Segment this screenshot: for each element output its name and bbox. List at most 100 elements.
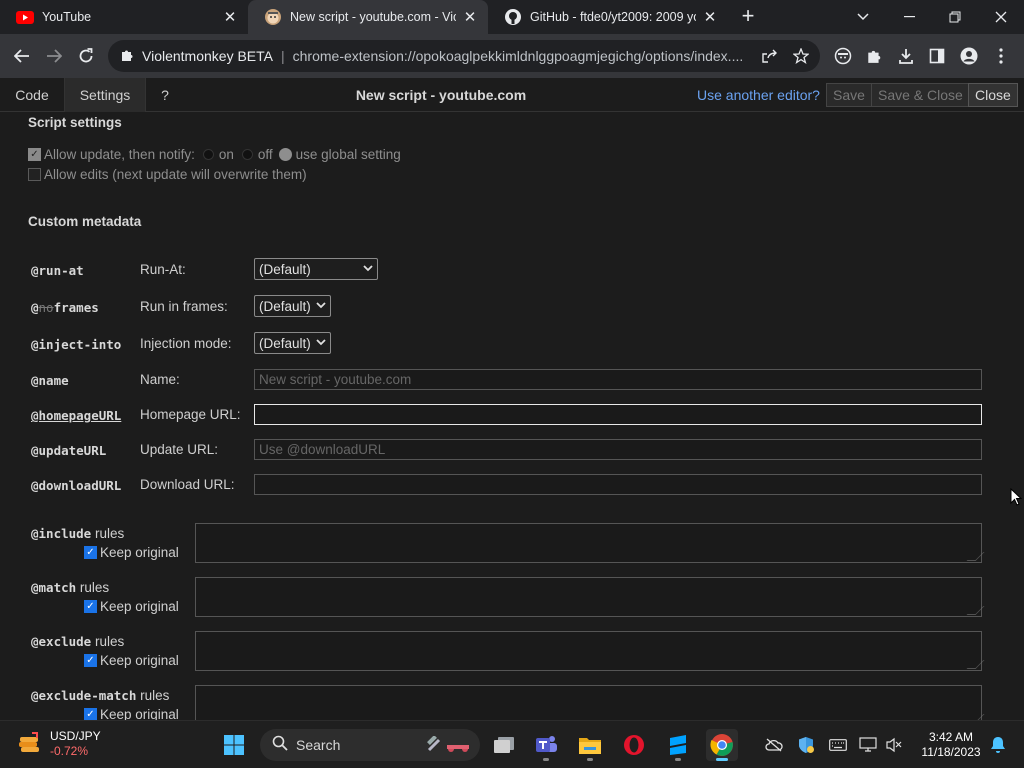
muted-speaker-icon[interactable]: [884, 735, 904, 755]
allow-edits-row: Allow edits (next update will overwrite …: [28, 167, 307, 182]
save-button[interactable]: Save: [826, 83, 872, 107]
tab-github[interactable]: GitHub - ftde0/yt2009: 2009 you ✕: [488, 0, 728, 34]
onedrive-offline-icon[interactable]: [764, 735, 784, 755]
close-icon[interactable]: ✕: [460, 7, 480, 27]
keep-label: Keep original: [100, 653, 179, 668]
extension-puzzle-icon: [120, 48, 134, 65]
injection-mode-select[interactable]: (Default): [254, 332, 331, 354]
notify-off-label: off: [257, 147, 273, 162]
include-rules-textarea[interactable]: [195, 523, 985, 563]
resize-grip-icon[interactable]: [966, 660, 985, 669]
tab-code[interactable]: Code: [0, 78, 64, 112]
search-icon: [272, 735, 288, 756]
roblox-studio-icon: [670, 735, 686, 755]
save-close-button[interactable]: Save & Close: [871, 83, 970, 107]
taskbar-search[interactable]: Search: [260, 729, 480, 761]
run-at-value: (Default): [259, 261, 311, 277]
download-url-input[interactable]: [254, 474, 982, 495]
keep-original-exclude[interactable]: ✓ Keep original: [84, 653, 179, 668]
search-label: Search: [296, 737, 341, 753]
url-text: chrome-extension://opokoaglpekkimldnlggp…: [292, 48, 744, 64]
close-icon[interactable]: ✕: [220, 7, 240, 27]
display-icon[interactable]: [858, 735, 878, 755]
back-arrow-icon[interactable]: [10, 44, 34, 68]
meta-label-update: Update URL:: [140, 442, 219, 457]
checkbox-checked[interactable]: ✓: [84, 708, 97, 720]
update-url-input[interactable]: Use @downloadURL: [254, 439, 982, 460]
checkbox-checked[interactable]: ✓: [84, 654, 97, 667]
allow-update-row: ✓ Allow update, then notify: on off use …: [28, 147, 401, 162]
homepage-url-input[interactable]: [254, 404, 982, 425]
ticker-symbol: USD/JPY: [50, 729, 101, 743]
tab-search-chevron-icon[interactable]: [848, 4, 878, 30]
task-view-button[interactable]: [488, 729, 520, 761]
new-tab-button[interactable]: +: [737, 5, 759, 28]
teams-icon: [536, 736, 557, 752]
window-close-icon[interactable]: [986, 4, 1016, 30]
violentmonkey-toolbar-icon[interactable]: [832, 45, 854, 67]
keyboard-icon[interactable]: [828, 735, 848, 755]
notify-on-radio[interactable]: [202, 149, 214, 160]
restore-icon[interactable]: [940, 4, 970, 30]
chevron-down-icon: [316, 338, 326, 349]
download-icon[interactable]: [895, 45, 917, 67]
keep-original-include[interactable]: ✓ Keep original: [84, 545, 179, 560]
kebab-menu-icon[interactable]: [990, 45, 1012, 67]
run-in-frames-select[interactable]: (Default): [254, 295, 331, 317]
notification-bell-icon[interactable]: [988, 735, 1008, 755]
notify-global-radio[interactable]: [278, 148, 292, 161]
checkbox-checked[interactable]: ✓: [84, 546, 97, 559]
exclude-match-rules-textarea[interactable]: [195, 685, 985, 720]
tab-new-script[interactable]: New script - youtube.com - Viole ✕: [248, 0, 488, 34]
chrome-app[interactable]: [706, 729, 738, 761]
browser-toolbar: Violentmonkey BETA | chrome-extension://…: [0, 34, 1024, 78]
run-at-select[interactable]: (Default): [254, 258, 378, 280]
teams-app[interactable]: [530, 729, 562, 761]
allow-edits-checkbox[interactable]: [28, 168, 41, 181]
rule-suffix: rules: [91, 634, 125, 649]
resize-grip-icon[interactable]: [966, 606, 985, 615]
minimize-icon[interactable]: [894, 4, 924, 30]
rule-exclude: @exclude rules: [31, 634, 124, 649]
start-button[interactable]: [218, 729, 250, 761]
use-another-editor-link[interactable]: Use another editor?: [697, 78, 820, 112]
opera-app[interactable]: [618, 729, 650, 761]
settings-panel: Script settings ✓ Allow update, then not…: [0, 112, 1024, 720]
address-bar[interactable]: Violentmonkey BETA | chrome-extension://…: [108, 40, 820, 72]
tab-settings[interactable]: Settings: [64, 78, 146, 112]
ticker-widget[interactable]: USD/JPY -0.72%: [16, 729, 101, 759]
tab-youtube[interactable]: YouTube ✕: [0, 0, 248, 34]
rule-suffix: rules: [76, 580, 110, 595]
url-separator: |: [281, 48, 285, 64]
security-shield-icon[interactable]: [796, 735, 816, 755]
star-icon[interactable]: [791, 46, 811, 66]
file-explorer-app[interactable]: [574, 729, 606, 761]
rule-key-text: @include: [31, 526, 92, 541]
reload-icon[interactable]: [74, 44, 98, 68]
match-rules-textarea[interactable]: [195, 577, 985, 617]
system-clock[interactable]: 3:42 AM 11/18/2023: [916, 730, 986, 760]
close-button[interactable]: Close: [968, 83, 1018, 107]
keep-original-match[interactable]: ✓ Keep original: [84, 599, 179, 614]
side-panel-icon[interactable]: [926, 45, 948, 67]
editor-header: Code Settings ? New script - youtube.com…: [0, 78, 1024, 112]
forward-arrow-icon[interactable]: [42, 44, 66, 68]
tab-help[interactable]: ?: [146, 78, 184, 112]
share-icon[interactable]: [760, 46, 780, 66]
youtube-icon: [16, 8, 34, 26]
roblox-studio-app[interactable]: [662, 729, 694, 761]
name-input[interactable]: New script - youtube.com: [254, 369, 982, 390]
injection-mode-value: (Default): [259, 335, 311, 351]
allow-update-checkbox[interactable]: ✓: [28, 148, 41, 161]
tab-title: New script - youtube.com - Viole: [290, 10, 456, 24]
profile-avatar-icon[interactable]: [958, 45, 980, 67]
notify-off-radio[interactable]: [241, 149, 253, 160]
name-placeholder: New script - youtube.com: [259, 372, 412, 387]
checkbox-checked[interactable]: ✓: [84, 600, 97, 613]
keep-original-exclude-match[interactable]: ✓ Keep original: [84, 707, 179, 720]
rule-key-text: @match: [31, 580, 77, 595]
resize-grip-icon[interactable]: [966, 552, 985, 561]
extensions-icon[interactable]: [863, 45, 885, 67]
close-icon[interactable]: ✕: [700, 7, 720, 27]
exclude-rules-textarea[interactable]: [195, 631, 985, 671]
